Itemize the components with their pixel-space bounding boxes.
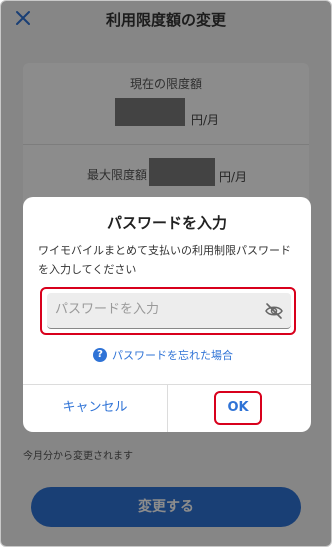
forgot-password-label: パスワードを忘れた場合 (112, 349, 233, 362)
ok-highlight-box (214, 391, 262, 425)
eye-off-icon[interactable] (264, 302, 284, 320)
password-highlight-box (40, 287, 296, 335)
dialog-description: ワイモバイルまとめて支払いの利用制限パスワードを入力してください (38, 244, 291, 276)
dialog-button-separator (167, 384, 168, 432)
cancel-button[interactable]: キャンセル (23, 384, 167, 432)
help-icon: ? (93, 348, 107, 362)
password-dialog: パスワードを入力 ワイモバイルまとめて支払いの利用制限パスワードを入力してくださ… (23, 197, 311, 432)
app-frame: 利用限度額の変更 現在の限度額 円/月 最大限度額 円/月 今月分から変更されま… (0, 0, 332, 547)
dialog-title: パスワードを入力 (106, 214, 227, 232)
